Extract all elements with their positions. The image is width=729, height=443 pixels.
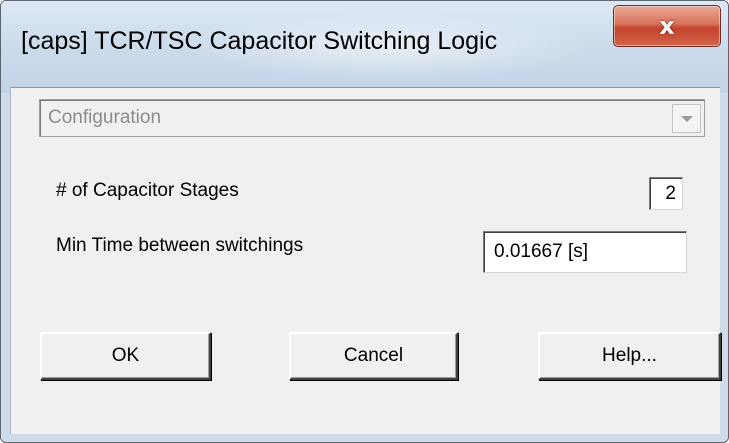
chevron-down-icon bbox=[681, 116, 693, 122]
window-title: [caps] TCR/TSC Capacitor Switching Logic bbox=[21, 27, 498, 55]
capacitor-stages-input[interactable]: 2 bbox=[649, 177, 683, 210]
help-button[interactable]: Help... bbox=[538, 332, 721, 380]
ok-button[interactable]: OK bbox=[40, 332, 211, 380]
category-select[interactable]: Configuration bbox=[39, 99, 705, 137]
min-time-input[interactable]: 0.01667 [s] bbox=[483, 231, 687, 273]
category-select-value: Configuration bbox=[48, 107, 162, 128]
capacitor-stages-label: # of Capacitor Stages bbox=[56, 180, 239, 201]
close-icon: x bbox=[659, 12, 675, 40]
close-button[interactable]: x bbox=[613, 5, 721, 47]
cancel-button[interactable]: Cancel bbox=[289, 332, 458, 380]
min-time-label: Min Time between switchings bbox=[56, 235, 304, 256]
title-bar[interactable]: [caps] TCR/TSC Capacitor Switching Logic… bbox=[1, 1, 728, 93]
dialog-window: [caps] TCR/TSC Capacitor Switching Logic… bbox=[0, 0, 729, 443]
dropdown-button[interactable] bbox=[672, 104, 701, 133]
dialog-body: Configuration # of Capacitor Stages 2 Mi… bbox=[10, 87, 721, 434]
